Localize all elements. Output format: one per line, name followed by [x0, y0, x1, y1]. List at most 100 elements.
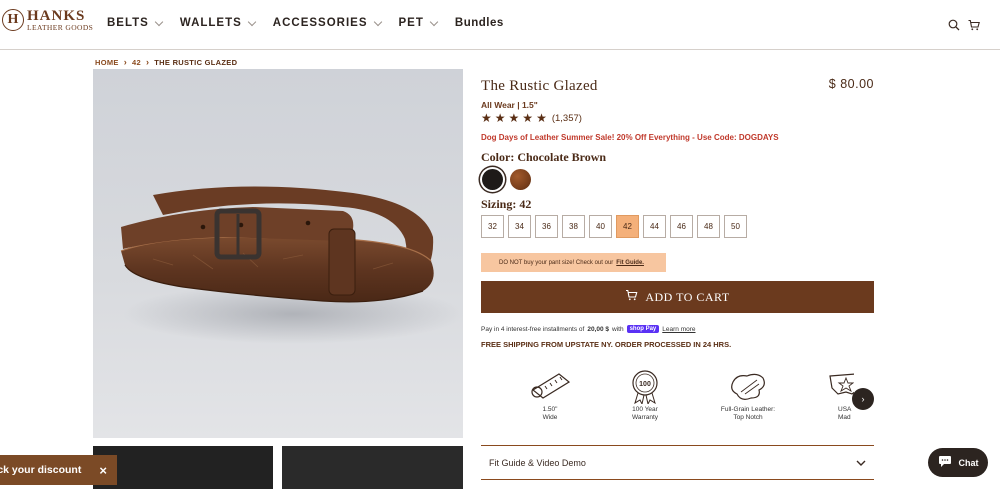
star-icon: ★ — [508, 111, 520, 125]
color-value: Chocolate Brown — [517, 150, 607, 164]
feature-usa: USA Mad — [808, 368, 854, 423]
nav-item-bundles[interactable]: Bundles — [455, 17, 504, 29]
size-selector: 32 34 36 38 40 42 44 46 48 50 — [481, 215, 747, 238]
installments-amount: 20,00 $ — [587, 325, 610, 333]
shipping-note: FREE SHIPPING FROM UPSTATE NY. ORDER PRO… — [481, 340, 732, 349]
size-option[interactable]: 34 — [508, 215, 531, 238]
product-thumbnail[interactable] — [282, 446, 463, 489]
star-icon: ★ — [494, 111, 506, 125]
feature-width: 1.50" Wide — [510, 368, 590, 423]
belt-illustration — [120, 186, 463, 344]
accordion-label: Fit Guide & Video Demo — [489, 457, 586, 468]
sizing-label: Sizing: 42 — [481, 197, 531, 212]
chat-bubble-icon — [938, 455, 952, 470]
nav-item-belts[interactable]: BELTS — [107, 17, 164, 29]
product-title: The Rustic Glazed — [481, 78, 598, 94]
size-option-selected[interactable]: 42 — [616, 215, 639, 238]
brand-logo[interactable]: H HANKS LEATHER GOODS — [2, 9, 93, 32]
cart-icon — [625, 289, 638, 305]
chat-label: Chat — [958, 457, 979, 468]
site-header: H HANKS LEATHER GOODS BELTS WALLETS ACCE… — [0, 0, 1000, 50]
color-label: Color: Chocolate Brown — [481, 150, 606, 165]
feature-label: Full-Grain Leather: Top Notch — [721, 406, 775, 423]
feature-label: USA Mad — [838, 406, 851, 423]
product-image[interactable] — [93, 69, 463, 438]
chat-button[interactable]: Chat — [928, 448, 988, 477]
add-to-cart-button[interactable]: ADD TO CART — [481, 281, 874, 313]
size-option[interactable]: 50 — [724, 215, 747, 238]
installments-text: Pay in 4 interest-free installments of — [481, 325, 585, 333]
feature-line2: Wide — [542, 414, 558, 422]
add-to-cart-label: ADD TO CART — [645, 289, 730, 304]
shop-pay-badge: shop Pay — [626, 325, 660, 333]
feature-label: 1.50" Wide — [543, 406, 558, 423]
feature-line2: Warranty — [631, 414, 659, 422]
feature-line2: Mad — [838, 414, 851, 422]
fit-guide-link[interactable]: Fit Guide. — [616, 260, 644, 266]
nav-label: Bundles — [454, 17, 504, 29]
size-option[interactable]: 36 — [535, 215, 558, 238]
color-swatch-chocolate-brown[interactable] — [510, 169, 531, 190]
breadcrumb-separator: › — [123, 57, 128, 67]
color-prefix: Color: — [481, 150, 515, 164]
logo-mark: H — [2, 9, 24, 32]
product-price: $ 80.00 — [828, 77, 874, 91]
logo-text: HANKS LEATHER GOODS — [27, 9, 93, 32]
breadcrumb-separator: › — [145, 57, 150, 67]
nav-item-pet[interactable]: PET — [398, 17, 439, 29]
nav-label: BELTS — [107, 17, 149, 29]
feature-leather: Full-Grain Leather: Top Notch — [708, 368, 788, 423]
rating[interactable]: ★ ★ ★ ★ ★ (1,357) — [481, 112, 582, 124]
feature-line1: Full-Grain Leather: — [720, 406, 776, 413]
size-warning: DO NOT buy your pant size! Check out our… — [481, 253, 666, 272]
learn-more-link[interactable]: Learn more — [662, 326, 695, 333]
discount-popup-tab[interactable]: lock your discount × — [0, 455, 117, 485]
star-icon: ★ — [522, 111, 534, 125]
leather-hide-icon — [727, 368, 769, 404]
discount-label: lock your discount — [0, 464, 82, 476]
nav-label: PET — [398, 17, 424, 29]
product-thumbnail[interactable] — [93, 446, 273, 489]
size-option[interactable]: 44 — [643, 215, 666, 238]
sizing-prefix: Sizing: — [481, 197, 517, 211]
size-option[interactable]: 46 — [670, 215, 693, 238]
warranty-seal-icon: 100 — [624, 368, 666, 404]
breadcrumb-current: THE RUSTIC GLAZED — [154, 57, 238, 67]
product-subtitle: All Wear | 1.5" — [481, 100, 538, 110]
cart-icon[interactable] — [968, 18, 980, 36]
installments-line: Pay in 4 interest-free installments of 2… — [481, 325, 696, 333]
chevron-down-icon — [373, 17, 382, 26]
feature-line1: 1.50" — [542, 406, 558, 413]
main-nav: BELTS WALLETS ACCESSORIES PET Bundles — [107, 17, 504, 29]
header-icons — [948, 18, 980, 36]
chevron-right-icon: › — [861, 394, 865, 404]
size-option[interactable]: 48 — [697, 215, 720, 238]
feature-warranty: 100 100 Year Warranty — [605, 368, 685, 423]
breadcrumb-size[interactable]: 42 — [132, 58, 141, 67]
feature-label: 100 Year Warranty — [632, 406, 658, 423]
svg-text:100: 100 — [639, 381, 651, 388]
ruler-leather-icon — [529, 368, 571, 404]
logo-sub: LEATHER GOODS — [27, 23, 94, 32]
feature-line1: 100 Year — [632, 406, 658, 413]
nav-label: WALLETS — [179, 17, 242, 29]
size-option[interactable]: 38 — [562, 215, 585, 238]
close-icon[interactable]: × — [99, 463, 107, 478]
fit-guide-accordion[interactable]: Fit Guide & Video Demo — [481, 445, 874, 480]
breadcrumb: HOME › 42 › THE RUSTIC GLAZED — [95, 57, 237, 67]
size-option[interactable]: 32 — [481, 215, 504, 238]
carousel-next-button[interactable]: › — [852, 388, 874, 410]
installments-with: with — [612, 325, 624, 333]
search-icon[interactable] — [948, 18, 960, 36]
size-warning-text: DO NOT buy your pant size! Check out our — [499, 259, 614, 266]
nav-item-accessories[interactable]: ACCESSORIES — [273, 17, 382, 29]
star-icon: ★ — [536, 111, 547, 125]
sizing-value: 42 — [519, 197, 532, 211]
size-option[interactable]: 40 — [589, 215, 612, 238]
breadcrumb-home[interactable]: HOME — [95, 58, 119, 67]
nav-item-wallets[interactable]: WALLETS — [179, 17, 257, 29]
logo-name: HANKS — [27, 8, 86, 24]
color-swatch-black[interactable] — [482, 169, 503, 190]
feature-line1: USA — [838, 406, 852, 413]
feature-line2: Top Notch — [733, 414, 763, 422]
